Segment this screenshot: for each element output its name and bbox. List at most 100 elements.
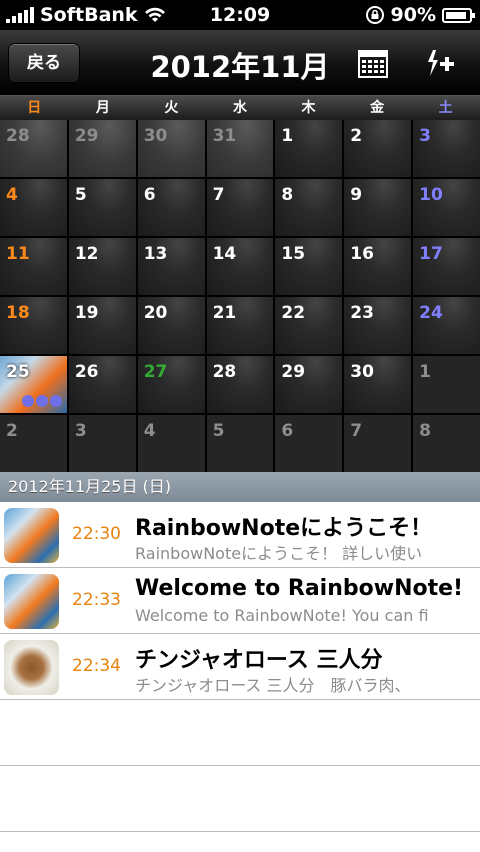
month-title: 2012年11月 bbox=[150, 50, 330, 84]
entry-list: 22:30 RainbowNoteにようこそ！ RainbowNoteにようこそ… bbox=[0, 502, 480, 832]
calendar-day[interactable]: 6 bbox=[137, 179, 205, 236]
day-number: 24 bbox=[419, 303, 443, 323]
calendar-day[interactable]: 29 bbox=[68, 120, 136, 177]
calendar-day[interactable]: 15 bbox=[275, 238, 343, 295]
calendar-day-selected[interactable]: 25 bbox=[0, 356, 67, 413]
weekday-label: 日 bbox=[27, 100, 42, 116]
entry-thumbnail bbox=[4, 640, 59, 695]
weekday-label: 月 bbox=[95, 100, 110, 116]
empty-row bbox=[0, 700, 480, 766]
calendar-day[interactable]: 6 bbox=[275, 415, 343, 472]
weekday-label: 土 bbox=[438, 100, 453, 116]
entry-title: チンジャオロース 三人分 bbox=[135, 648, 383, 673]
day-number: 23 bbox=[350, 303, 374, 323]
entry-time: 22:34 bbox=[72, 656, 121, 676]
day-number: 12 bbox=[74, 244, 99, 264]
calendar-day[interactable]: 12 bbox=[68, 238, 136, 295]
navigation-bar: 戻る 2012年11月 bbox=[0, 30, 480, 96]
day-number: 29 bbox=[74, 126, 99, 146]
entry-time: 22:33 bbox=[72, 590, 121, 610]
calendar-day[interactable]: 23 bbox=[344, 297, 412, 354]
calendar-day[interactable]: 7 bbox=[206, 179, 274, 236]
day-number: 4 bbox=[143, 421, 156, 441]
calendar-day[interactable]: 10 bbox=[413, 179, 480, 236]
entry-thumbnail bbox=[4, 574, 59, 629]
calendar-day[interactable]: 2 bbox=[344, 120, 412, 177]
add-event-icon[interactable] bbox=[424, 48, 456, 80]
day-number: 7 bbox=[212, 185, 225, 205]
list-item[interactable]: 22:30 RainbowNoteにようこそ！ RainbowNoteにようこそ… bbox=[0, 502, 480, 568]
weekday-label: 金 bbox=[370, 100, 385, 116]
day-number: 27 bbox=[143, 362, 168, 382]
calendar-day[interactable]: 9 bbox=[344, 179, 412, 236]
calendar-day[interactable]: 18 bbox=[0, 297, 67, 354]
weekday-header: 日 月 火 水 木 金 土 bbox=[0, 96, 480, 120]
calendar-day[interactable]: 26 bbox=[68, 356, 136, 413]
calendar-day-today[interactable]: 27 bbox=[137, 356, 205, 413]
day-number: 6 bbox=[143, 185, 156, 205]
day-number: 26 bbox=[74, 362, 99, 382]
weekday-label: 火 bbox=[164, 100, 179, 116]
day-number: 20 bbox=[143, 303, 168, 323]
calendar-day[interactable]: 30 bbox=[137, 120, 205, 177]
calendar-day[interactable]: 24 bbox=[413, 297, 480, 354]
calendar-day[interactable]: 28 bbox=[206, 356, 274, 413]
calendar-day[interactable]: 3 bbox=[68, 415, 136, 472]
calendar-day[interactable]: 1 bbox=[275, 120, 343, 177]
calendar-day[interactable]: 14 bbox=[206, 238, 274, 295]
calendar-grid: 28 29 30 31 1 2 3 4 5 6 7 8 9 10 11 12 1… bbox=[0, 120, 480, 472]
calendar-day[interactable]: 5 bbox=[68, 179, 136, 236]
day-number: 14 bbox=[212, 244, 237, 264]
calendar-day[interactable]: 7 bbox=[344, 415, 412, 472]
calendar-day[interactable]: 4 bbox=[0, 179, 67, 236]
calendar-day[interactable]: 30 bbox=[344, 356, 412, 413]
day-number: 3 bbox=[419, 126, 431, 146]
day-number: 19 bbox=[74, 303, 99, 323]
weekday-label: 木 bbox=[301, 100, 316, 116]
calendar-day[interactable]: 16 bbox=[344, 238, 412, 295]
calendar-day[interactable]: 17 bbox=[413, 238, 480, 295]
day-number: 22 bbox=[281, 303, 306, 323]
calendar-day[interactable]: 13 bbox=[137, 238, 205, 295]
back-button[interactable]: 戻る bbox=[8, 43, 80, 83]
day-number: 1 bbox=[281, 126, 294, 146]
day-number: 31 bbox=[212, 126, 237, 146]
calendar-day[interactable]: 4 bbox=[137, 415, 205, 472]
calendar-day[interactable]: 21 bbox=[206, 297, 274, 354]
day-number: 8 bbox=[281, 185, 294, 205]
entry-preview: RainbowNoteにようこそ！ 詳しい使い bbox=[135, 544, 423, 563]
calendar-day[interactable]: 2 bbox=[0, 415, 67, 472]
day-number: 9 bbox=[350, 185, 363, 205]
list-item[interactable]: 22:33 Welcome to RainbowNote! Welcome to… bbox=[0, 568, 480, 634]
calendar-grid-icon[interactable] bbox=[358, 50, 388, 78]
day-number: 7 bbox=[350, 421, 363, 441]
list-item[interactable]: 22:34 チンジャオロース 三人分 チンジャオロース 三人分 豚バラ肉、 bbox=[0, 634, 480, 700]
day-number: 30 bbox=[143, 126, 168, 146]
day-number: 2 bbox=[6, 421, 18, 441]
day-number: 6 bbox=[281, 421, 294, 441]
calendar-day[interactable]: 5 bbox=[206, 415, 274, 472]
calendar-day[interactable]: 29 bbox=[275, 356, 343, 413]
calendar-day[interactable]: 22 bbox=[275, 297, 343, 354]
day-number: 3 bbox=[74, 421, 87, 441]
entry-preview: チンジャオロース 三人分 豚バラ肉、 bbox=[135, 676, 411, 695]
calendar-day[interactable]: 1 bbox=[413, 356, 480, 413]
entry-thumbnail bbox=[4, 508, 59, 563]
calendar-day[interactable]: 8 bbox=[275, 179, 343, 236]
calendar-day[interactable]: 20 bbox=[137, 297, 205, 354]
day-number: 30 bbox=[350, 362, 374, 382]
calendar-day[interactable]: 11 bbox=[0, 238, 67, 295]
calendar-day[interactable]: 28 bbox=[0, 120, 67, 177]
day-number: 2 bbox=[350, 126, 363, 146]
battery-icon bbox=[442, 7, 475, 23]
calendar-day[interactable]: 3 bbox=[413, 120, 480, 177]
day-number: 18 bbox=[6, 303, 30, 323]
calendar-day[interactable]: 8 bbox=[413, 415, 480, 472]
day-number: 11 bbox=[6, 244, 30, 264]
empty-row bbox=[0, 766, 480, 832]
calendar-day[interactable]: 19 bbox=[68, 297, 136, 354]
rotation-lock-icon bbox=[365, 6, 384, 24]
calendar-day[interactable]: 31 bbox=[206, 120, 274, 177]
day-number: 29 bbox=[281, 362, 306, 382]
day-number: 1 bbox=[419, 362, 431, 382]
